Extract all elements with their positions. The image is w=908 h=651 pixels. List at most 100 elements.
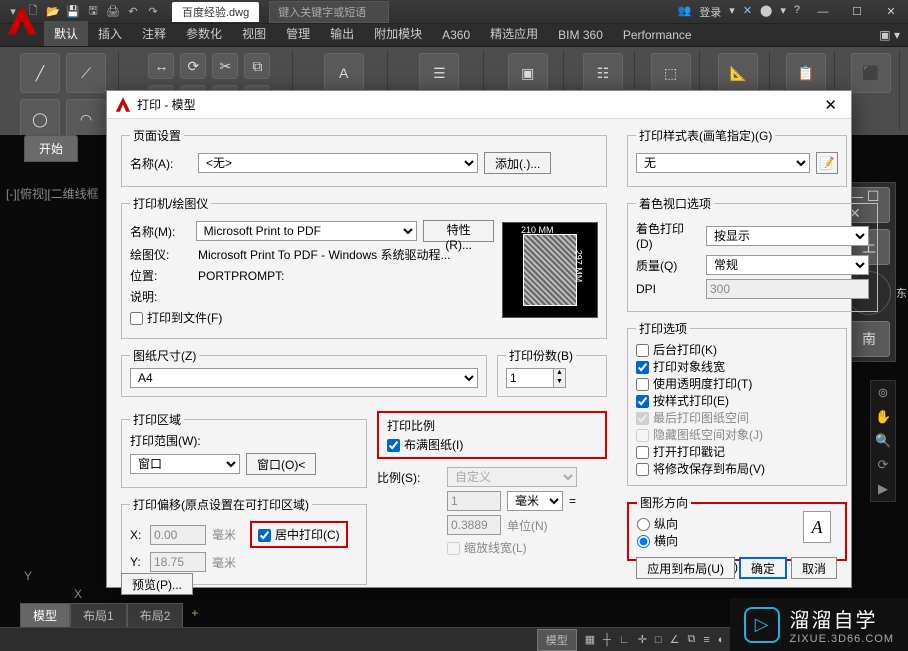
layout-tab-2[interactable]: 布局2: [127, 603, 184, 627]
orient-portrait-radio[interactable]: 纵向: [637, 517, 678, 531]
dialog-close-button[interactable]: ✕: [818, 94, 843, 116]
ok-button[interactable]: 确定: [739, 557, 787, 579]
opt-transparency-checkbox[interactable]: 使用透明度打印(T): [636, 377, 752, 391]
spin-down-icon[interactable]: ▼: [554, 378, 565, 387]
copies-spinner[interactable]: ▲▼: [506, 368, 598, 388]
paper-size-select[interactable]: A4: [130, 368, 478, 388]
ribbon-collapse-icon[interactable]: ▣ ▾: [871, 24, 908, 46]
help-icon[interactable]: ?: [794, 4, 800, 20]
group-icon[interactable]: ⬚: [651, 53, 691, 93]
orient-landscape-radio[interactable]: 横向: [637, 534, 678, 548]
redo-icon[interactable]: ↷: [144, 3, 162, 21]
cancel-button[interactable]: 取消: [791, 557, 837, 579]
layout-tab-model[interactable]: 模型: [20, 603, 70, 627]
tool-zoom-icon[interactable]: 🔍: [875, 433, 891, 449]
tool-showmotion-icon[interactable]: ▶: [875, 481, 891, 497]
printer-props-button[interactable]: 特性(R)...: [423, 220, 494, 242]
opt-background-checkbox[interactable]: 后台打印(K): [636, 343, 717, 357]
dropdown-icon[interactable]: ▾: [729, 4, 735, 20]
dropdown2-icon[interactable]: ▾: [780, 4, 786, 20]
shade-plot-select[interactable]: 按显示: [706, 226, 869, 246]
rotate-icon[interactable]: ⟳: [180, 53, 206, 79]
spin-up-icon[interactable]: ▲: [554, 369, 565, 378]
layers-icon[interactable]: ☰: [419, 53, 459, 93]
page-add-button[interactable]: 添加(.)...: [484, 152, 551, 174]
status-lineweight-icon[interactable]: ≡: [703, 634, 709, 646]
line-tool-icon[interactable]: ╱: [20, 53, 60, 93]
page-name-select[interactable]: <无>: [198, 153, 478, 173]
status-dyn-icon[interactable]: ⧉: [687, 633, 695, 646]
text-tool-icon[interactable]: A: [324, 53, 364, 93]
undo-icon[interactable]: ↶: [124, 3, 142, 21]
exchange-icon[interactable]: ✕: [743, 4, 752, 20]
plot-style-select[interactable]: 无: [636, 153, 810, 173]
tab-manage[interactable]: 管理: [276, 21, 320, 46]
maximize-button[interactable]: ☐: [840, 1, 874, 23]
status-grid-icon[interactable]: ▦: [585, 633, 595, 646]
opt-plot-stamp-checkbox[interactable]: 打开打印戳记: [636, 445, 725, 459]
polyline-tool-icon[interactable]: ⟋: [66, 53, 106, 93]
tab-bim360[interactable]: BIM 360: [548, 24, 613, 46]
utilities-icon[interactable]: 📐: [718, 53, 758, 93]
opt-lineweights-checkbox[interactable]: 打印对象线宽: [636, 360, 725, 374]
tab-insert[interactable]: 插入: [88, 21, 132, 46]
status-osnap-icon[interactable]: □: [655, 634, 662, 646]
tool-pan-icon[interactable]: ✋: [875, 409, 891, 425]
tab-view[interactable]: 视图: [232, 21, 276, 46]
viewport-state-label[interactable]: [-][俯视][二维线框: [6, 185, 99, 202]
scale-units-select[interactable]: 毫米: [507, 491, 563, 511]
block-insert-icon[interactable]: ▣: [508, 53, 548, 93]
a360-icon[interactable]: ⬤: [760, 4, 772, 20]
layout-tab-1[interactable]: 布局1: [70, 603, 127, 627]
status-transparency-icon[interactable]: ◐: [718, 634, 725, 646]
tab-annotate[interactable]: 注释: [132, 21, 176, 46]
plot-what-select[interactable]: 窗口: [130, 454, 240, 474]
plot-icon[interactable]: 🖨: [104, 3, 122, 21]
copy-icon[interactable]: ⧉: [244, 53, 270, 79]
trim-icon[interactable]: ✂: [212, 53, 238, 79]
tool-orbit-icon[interactable]: ⟳: [875, 457, 891, 473]
properties-icon[interactable]: ☷: [583, 53, 623, 93]
tab-default[interactable]: 默认: [44, 21, 88, 46]
preview-button[interactable]: 预览(P)...: [121, 573, 193, 595]
printer-name-select[interactable]: Microsoft Print to PDF: [196, 221, 418, 241]
tab-a360[interactable]: A360: [432, 24, 480, 46]
view-tab-start[interactable]: 开始: [24, 135, 78, 162]
login-label[interactable]: 登录: [699, 4, 721, 20]
open-icon[interactable]: 📂: [44, 3, 62, 21]
tab-addins[interactable]: 附加模块: [364, 21, 432, 46]
move-icon[interactable]: ↔: [148, 53, 174, 79]
layout-tab-add[interactable]: +: [183, 603, 206, 627]
status-model-button[interactable]: 模型: [537, 629, 577, 651]
status-polar-icon[interactable]: ✛: [638, 633, 647, 646]
clipboard-icon[interactable]: 📋: [786, 53, 826, 93]
apply-to-layout-button[interactable]: 应用到布局(U): [636, 557, 735, 579]
scale-lineweight-checkbox[interactable]: 缩放线宽(L): [447, 539, 527, 556]
status-snap-icon[interactable]: ┼: [603, 634, 611, 646]
people-icon[interactable]: 👥: [678, 4, 692, 20]
tab-performance[interactable]: Performance: [613, 24, 702, 46]
save-icon[interactable]: 💾: [64, 3, 82, 21]
tab-output[interactable]: 输出: [320, 21, 364, 46]
tab-parametric[interactable]: 参数化: [176, 21, 232, 46]
quality-select[interactable]: 常规: [706, 255, 869, 275]
plot-window-button[interactable]: 窗口(O)<: [246, 453, 316, 475]
minimize-button[interactable]: —: [806, 1, 840, 23]
tool-wheel-icon[interactable]: ⊚: [875, 385, 891, 401]
status-track-icon[interactable]: ∠: [670, 633, 680, 646]
search-input[interactable]: 键入关键字或短语: [269, 1, 389, 23]
status-ortho-icon[interactable]: ∟: [619, 634, 630, 646]
nav-south-icon[interactable]: 南: [848, 321, 890, 357]
baseview-icon[interactable]: ⬛: [851, 53, 891, 93]
center-plot-checkbox[interactable]: 居中打印(C): [250, 521, 348, 548]
plot-to-file-checkbox[interactable]: 打印到文件(F): [130, 309, 222, 326]
opt-plot-styles-checkbox[interactable]: 按样式打印(E): [636, 394, 729, 408]
saveas-icon[interactable]: 🖫: [84, 3, 102, 21]
fit-to-paper-checkbox[interactable]: 布满图纸(I): [387, 438, 463, 452]
tab-featured[interactable]: 精选应用: [480, 21, 548, 46]
close-window-button[interactable]: ✕: [874, 1, 908, 23]
arc-tool-icon[interactable]: ◠: [66, 99, 106, 139]
circle-tool-icon[interactable]: ◯: [20, 99, 60, 139]
document-tab[interactable]: 百度经验.dwg: [172, 2, 259, 22]
plot-style-edit-button[interactable]: 📝: [816, 152, 838, 174]
